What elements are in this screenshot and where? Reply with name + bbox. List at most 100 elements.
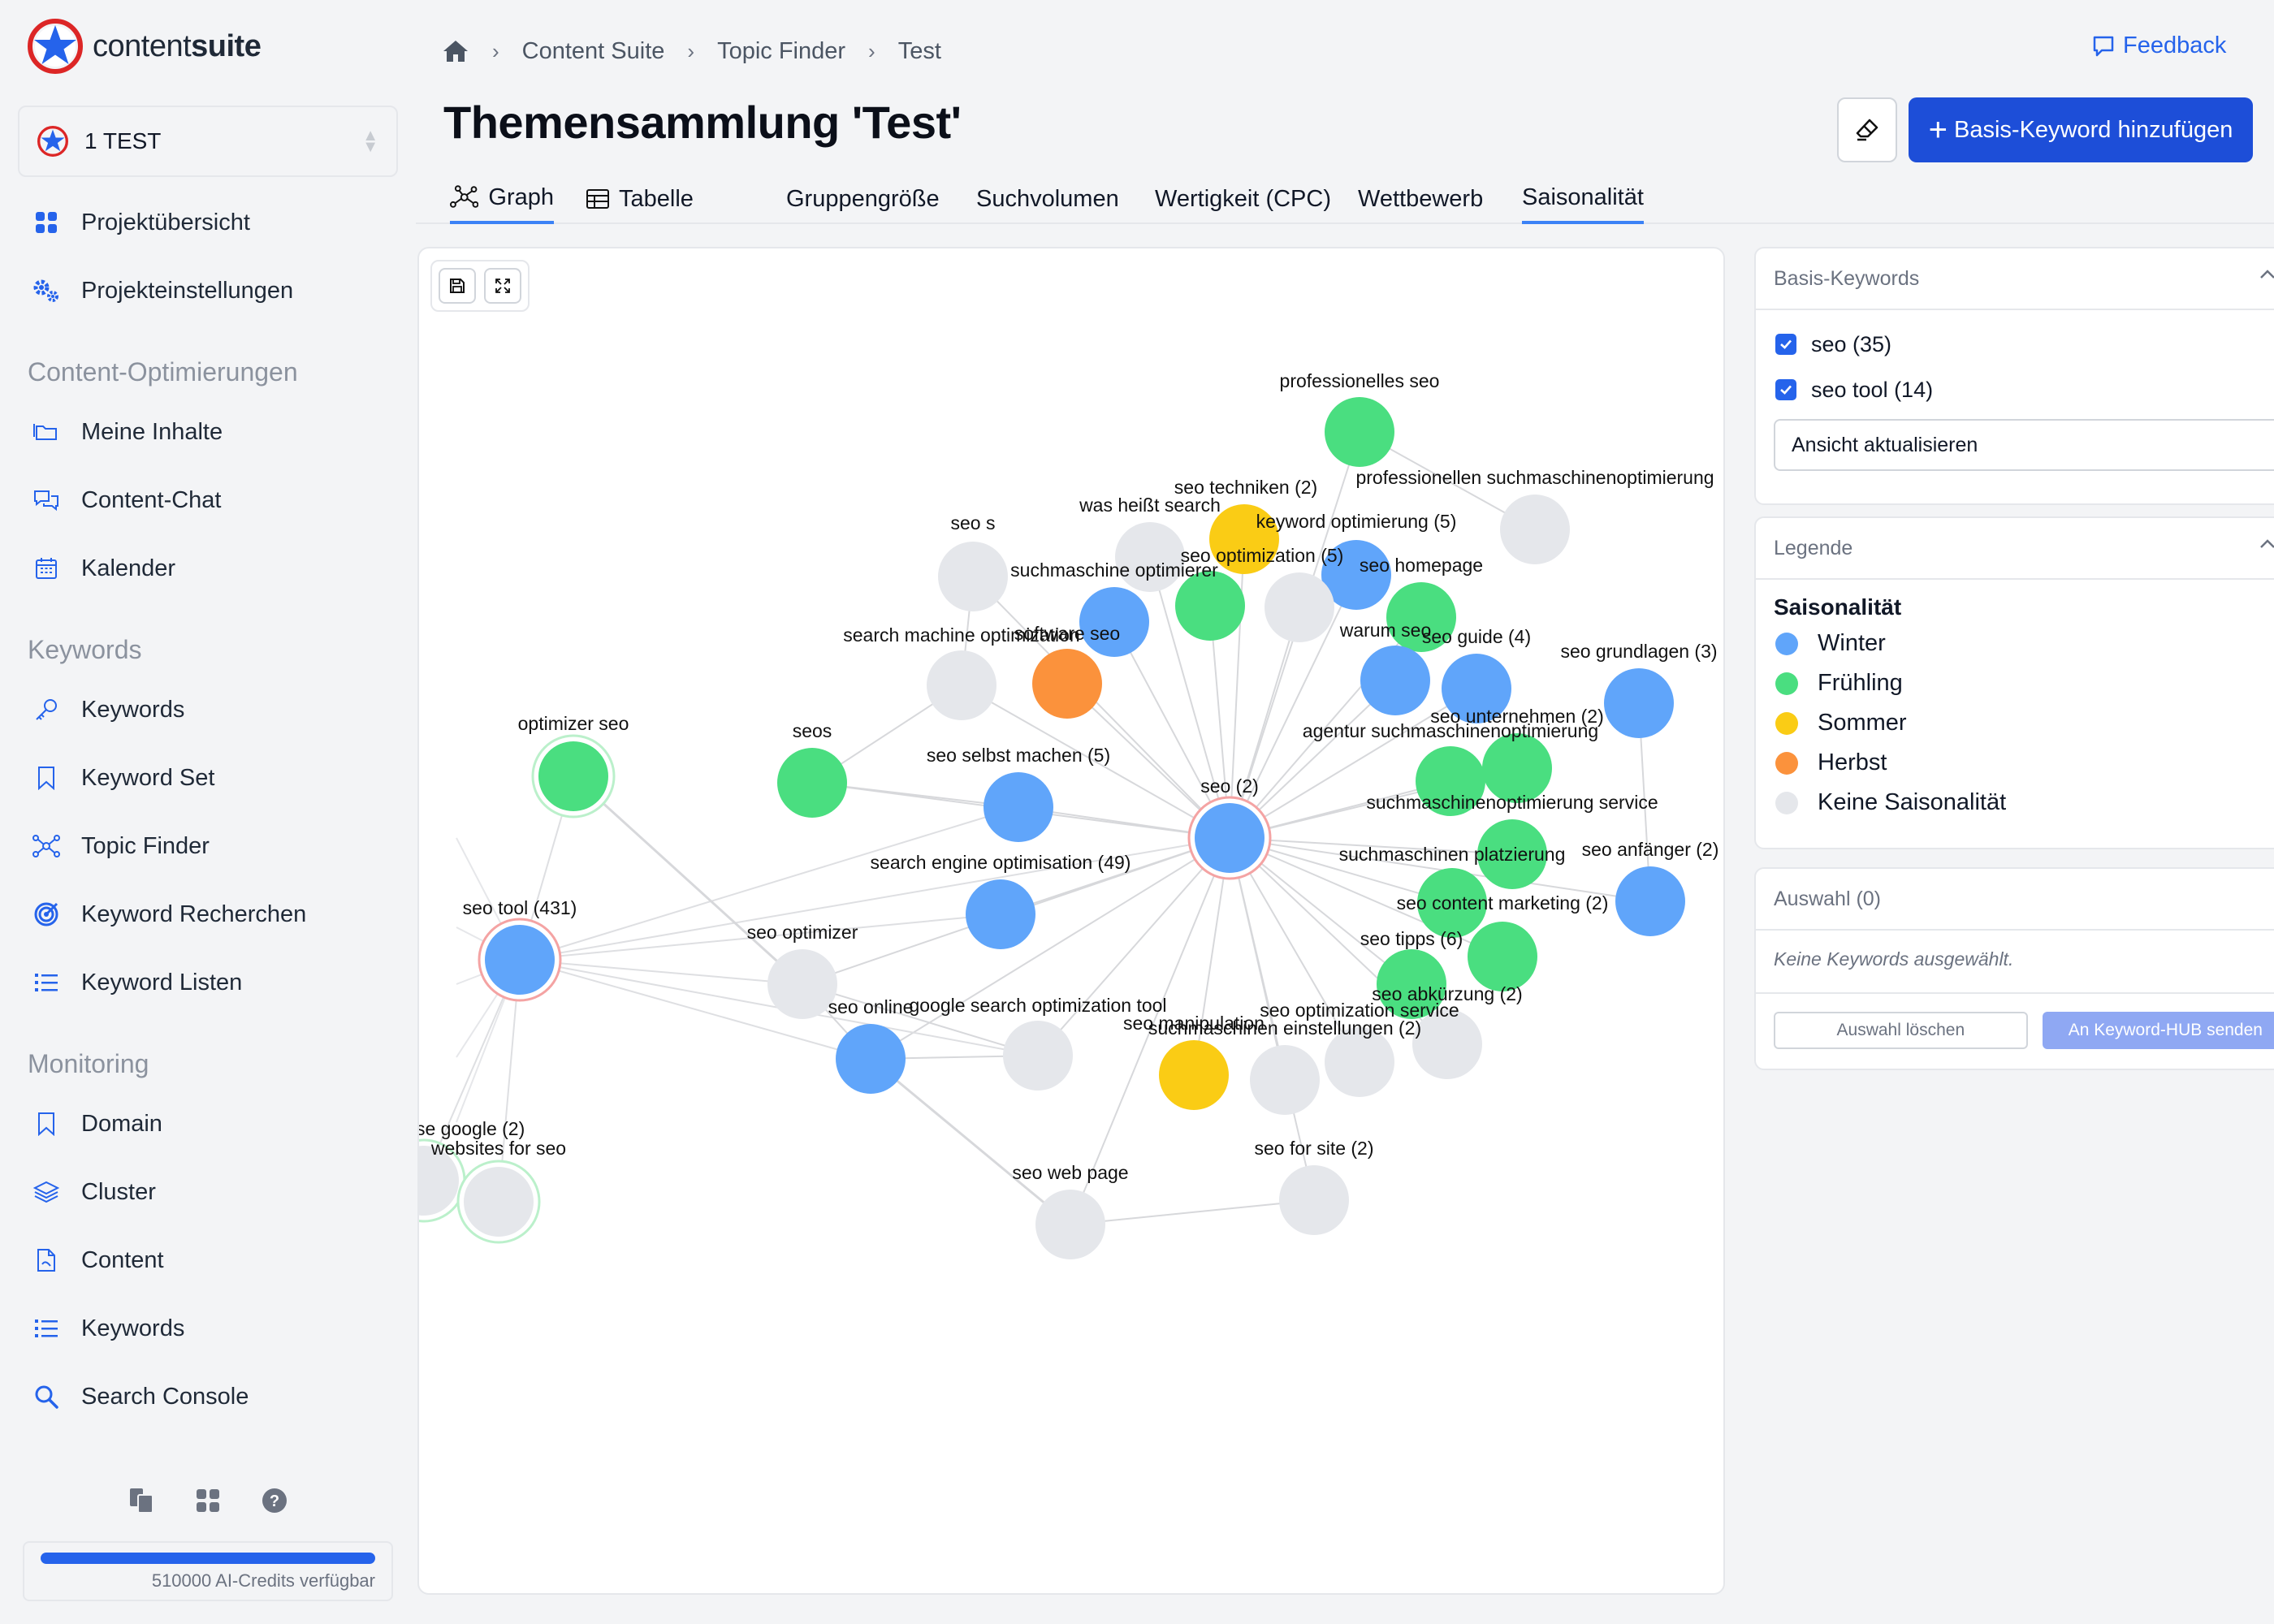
nav-keyword-recherchen[interactable]: Keyword Recherchen [32,890,306,939]
chevron-right-icon: › [492,38,499,63]
graph-node[interactable] [1003,1021,1073,1091]
tab-suchvolumen[interactable]: Suchvolumen [976,174,1119,224]
nav-content-chat[interactable]: Content-Chat [32,476,222,525]
graph-node[interactable] [1115,522,1185,592]
checkbox-checked-icon[interactable] [1775,334,1796,355]
clear-selection-button[interactable]: Auswahl löschen [1774,1012,2028,1049]
send-to-keyword-hub-button[interactable]: An Keyword-HUB senden [2042,1012,2274,1049]
tab-graph[interactable]: Graph [450,174,554,224]
legend-title: Legende [1774,536,1853,559]
bookmark-icon [32,1110,60,1138]
nav-label: Domain [81,1110,162,1137]
graph-node[interactable] [485,925,555,995]
copy-icon[interactable] [127,1486,156,1515]
graph-node[interactable] [1604,668,1674,738]
save-icon [450,279,465,293]
nav-keywords[interactable]: Keywords [32,685,184,734]
legend-header[interactable]: Legende [1756,518,2274,580]
graph-node[interactable] [1079,587,1149,657]
graph-node[interactable] [836,1024,906,1094]
tab-wettbewerb[interactable]: Wettbewerb [1358,174,1483,224]
graph-node[interactable] [1032,649,1102,719]
graph-node[interactable] [1325,397,1394,467]
graph-node[interactable] [1250,1045,1320,1115]
nav-label: Keywords [81,1315,185,1341]
graph-node[interactable] [767,949,837,1019]
section-title-monitoring: Monitoring [28,1049,149,1078]
clear-graph-button[interactable] [1837,97,1897,162]
graph-canvas[interactable]: professionelles seo professionellen suchm… [417,247,1725,1595]
nav-keyword-set[interactable]: Keyword Set [32,754,214,802]
chevron-updown-icon: ▲ ▼ [362,127,378,156]
chevron-right-icon: › [687,38,695,63]
nav-topic-finder[interactable]: Topic Finder [32,822,210,870]
nav-keyword-listen[interactable]: Keyword Listen [32,958,242,1007]
nav-cluster[interactable]: Cluster [32,1168,156,1216]
app-logo[interactable]: contentsuite [28,19,262,74]
nav-kalender[interactable]: Kalender [32,544,175,593]
graph-node-label: seo unternehmen (2) [1430,706,1604,727]
nav-monitoring-keywords[interactable]: Keywords [32,1304,184,1353]
basis-keywords-header[interactable]: Basis-Keywords [1756,248,2274,310]
tab-gruppengroesse[interactable]: Gruppengröße [786,174,940,224]
graph-node[interactable] [966,879,1035,949]
graph-node-label: was heißt search [1079,495,1221,516]
basis-keyword-seo[interactable]: seo (35) [1756,322,2274,367]
legend-label: Herbst [1818,749,1887,775]
fullscreen-button[interactable] [484,268,521,304]
add-basis-keyword-button[interactable]: + Basis-Keyword hinzufügen [1909,97,2253,162]
keyword-graph-panel[interactable]: professionelles seo professionellen suchm… [417,247,1725,1595]
help-icon[interactable]: ? [260,1486,289,1515]
tab-label: Graph [488,184,554,210]
nav-meine-inhalte[interactable]: Meine Inhalte [32,408,223,456]
save-graph-button[interactable] [439,268,476,304]
graph-node[interactable] [1175,571,1245,641]
graph-node[interactable] [1035,1190,1105,1259]
project-selector[interactable]: 1 TEST ▲ ▼ [18,106,398,177]
nav-projekteinstellungen[interactable]: Projekteinstellungen [32,266,293,315]
graph-node[interactable] [927,650,996,720]
nav-search-console[interactable]: Search Console [32,1372,249,1421]
graph-node[interactable] [938,542,1008,611]
graph-node[interactable] [1265,572,1334,642]
graph-node[interactable] [984,772,1053,842]
graph-node[interactable] [1360,646,1430,715]
nav-label: Meine Inhalte [81,418,223,445]
graph-node[interactable] [1159,1040,1229,1110]
breadcrumb-topic-finder[interactable]: Topic Finder [717,38,845,65]
graph-node-label: seo homepage [1360,555,1483,576]
nav-domain[interactable]: Domain [32,1099,162,1148]
home-icon[interactable] [442,39,469,63]
update-view-button[interactable]: Ansicht aktualisieren [1774,419,2274,471]
tab-saisonalitaet[interactable]: Saisonalität [1522,174,1644,224]
tab-label: Gruppengröße [786,185,940,212]
graph-node-label: websites for seo [430,1138,566,1159]
selection-header: Auswahl (0) [1756,869,2274,931]
graph-node[interactable] [1468,922,1537,991]
graph-node-label: seo optimizer [747,922,858,943]
credits-progress-bar [41,1553,375,1564]
section-title-keywords: Keywords [28,635,142,664]
tab-label: Tabelle [619,185,694,212]
graph-node[interactable] [1195,803,1265,873]
basis-keyword-seo-tool[interactable]: seo tool (14) [1756,367,2274,412]
graph-node[interactable] [1615,866,1685,936]
nav-label: Content-Chat [81,486,222,513]
graph-node[interactable] [538,741,608,811]
nav-label: Cluster [81,1178,156,1205]
graph-node-label: seo anfänger (2) [1582,839,1719,860]
graph-node[interactable] [464,1167,534,1237]
breadcrumb-content-suite[interactable]: Content Suite [522,38,665,65]
feedback-link[interactable]: Feedback [2092,32,2226,59]
list-icon [32,1315,60,1342]
tab-wertigkeit[interactable]: Wertigkeit (CPC) [1155,174,1331,224]
graph-node[interactable] [777,748,847,818]
tab-tabelle[interactable]: Tabelle [586,174,694,224]
feedback-label: Feedback [2123,32,2227,58]
checkbox-checked-icon[interactable] [1775,379,1796,400]
apps-icon[interactable] [193,1486,223,1515]
nav-content[interactable]: Content [32,1236,164,1285]
nav-projektuebersicht[interactable]: Projektübersicht [32,198,250,247]
graph-node[interactable] [1500,495,1570,564]
graph-node[interactable] [1279,1165,1349,1235]
